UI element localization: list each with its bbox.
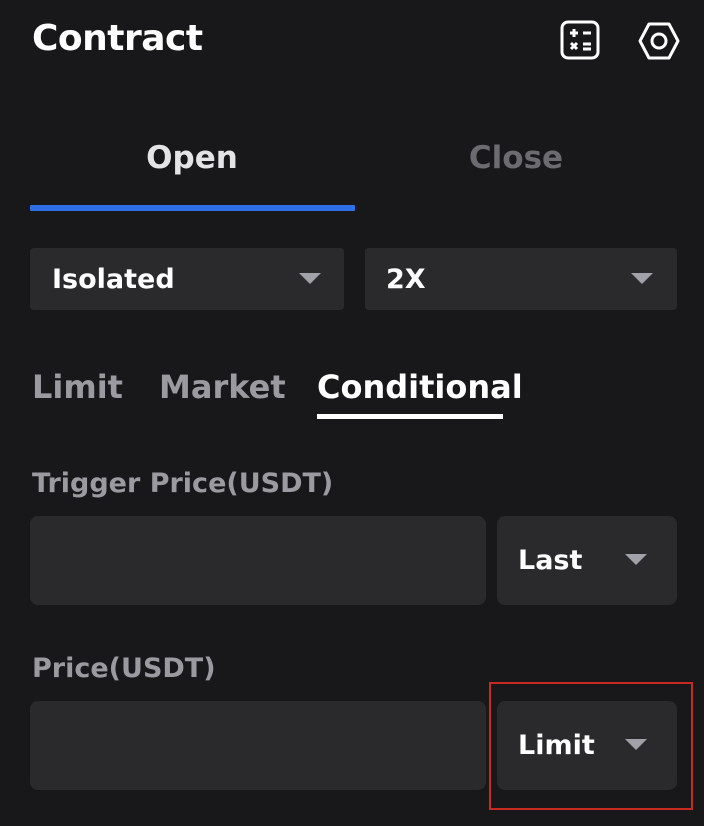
price-type-value: Limit (518, 730, 595, 761)
calculator-icon[interactable] (560, 20, 600, 60)
order-type-market[interactable]: Market (159, 368, 286, 406)
trigger-price-label: Trigger Price(USDT) (32, 468, 334, 499)
price-input[interactable] (30, 701, 486, 790)
gear-icon[interactable] (638, 20, 680, 62)
margin-mode-value: Isolated (52, 263, 175, 295)
tab-open[interactable]: Open (30, 140, 354, 184)
caret-down-icon (625, 739, 647, 750)
page-title: Contract (32, 18, 203, 59)
active-tab-indicator (30, 205, 355, 211)
caret-down-icon (625, 554, 647, 565)
caret-down-icon (299, 273, 321, 284)
trigger-price-type-value: Last (518, 545, 583, 576)
order-type-conditional[interactable]: Conditional (317, 368, 523, 406)
tab-close[interactable]: Close (354, 140, 678, 184)
trigger-price-type-select[interactable]: Last (497, 516, 677, 605)
contract-order-panel: Contract Open Close Isolated 2X Limit Ma… (0, 0, 704, 826)
price-type-select[interactable]: Limit (497, 701, 677, 790)
caret-down-icon (631, 273, 653, 284)
order-type-limit[interactable]: Limit (32, 368, 123, 406)
margin-mode-select[interactable]: Isolated (30, 248, 344, 310)
leverage-value: 2X (386, 263, 426, 295)
price-label: Price(USDT) (32, 653, 216, 684)
trigger-price-input[interactable] (30, 516, 486, 605)
leverage-select[interactable]: 2X (365, 248, 677, 310)
active-order-type-underline (317, 414, 503, 419)
